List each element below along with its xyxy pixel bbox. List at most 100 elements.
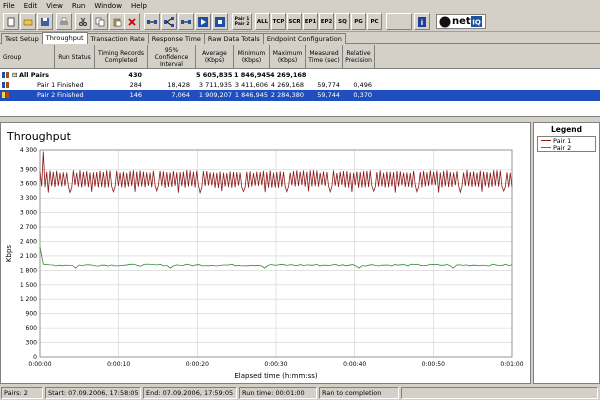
pair-toggle-button[interactable]: Pair 1 Pair 2 <box>232 13 252 30</box>
copy-button[interactable] <box>92 13 108 30</box>
add-multicast-button[interactable] <box>161 13 177 30</box>
protocol-scr[interactable]: SCR <box>287 13 302 30</box>
save-icon <box>41 17 49 26</box>
col-relative-precision[interactable]: Relative Precision <box>343 45 375 69</box>
status-pairs: Pairs: 2 <box>1 387 43 399</box>
scissors-icon <box>79 17 87 26</box>
delete-button[interactable] <box>124 13 140 30</box>
x-tick-label: 0:01:00 <box>500 361 523 368</box>
status-extra <box>401 387 598 399</box>
cell-minimum: 1 846,945 <box>234 71 271 79</box>
menu-view[interactable]: View <box>46 2 63 10</box>
cell-maximum: 2 284,380 <box>270 91 304 99</box>
x-tick-label: 0:00:10 <box>107 361 130 368</box>
multicast-icon <box>164 16 174 27</box>
col-maximum[interactable]: Maximum (Kbps) <box>270 45 306 69</box>
menu-window[interactable]: Window <box>94 2 122 10</box>
paste-button[interactable] <box>109 13 125 30</box>
menu-file[interactable]: File <box>3 2 15 10</box>
cell-group: All Pairs <box>19 71 50 79</box>
cell-group: Pair 1 <box>37 81 56 89</box>
toolbar: Pair 1 Pair 2 ALL TCP SCR EP1 EP2 SQ PG … <box>0 11 600 32</box>
x-tick-label: 0:00:40 <box>343 361 366 368</box>
col-timing-records[interactable]: Timing Records Completed <box>95 45 148 69</box>
y-tick-label: 3 600 <box>20 181 37 188</box>
x-tick-label: 0:00:20 <box>186 361 209 368</box>
view-tabs: Test Setup Throughput Transaction Rate R… <box>0 32 600 44</box>
cell-ci: 18,428 <box>167 81 190 89</box>
cell-group: Pair 2 <box>37 91 56 99</box>
new-button[interactable] <box>3 13 19 30</box>
tab-test-setup[interactable]: Test Setup <box>1 33 43 44</box>
selector-box[interactable] <box>386 13 412 30</box>
col-group[interactable]: Group <box>0 45 55 69</box>
info-icon: i <box>418 16 426 27</box>
x-tick-label: 0:00:50 <box>422 361 445 368</box>
col-confidence[interactable]: 95% Confidence Interval <box>148 45 196 69</box>
y-tick-label: 4 300 <box>20 147 37 154</box>
x-tick-label: 0:00:30 <box>264 361 287 368</box>
info-button[interactable]: i <box>414 13 430 30</box>
y-tick-label: 3 300 <box>20 195 37 202</box>
protocol-all[interactable]: ALL <box>255 13 270 30</box>
pair-icon <box>147 19 157 24</box>
y-tick-label: 900 <box>26 311 38 318</box>
col-run-status[interactable]: Run Status <box>55 45 95 69</box>
run-icon <box>198 16 208 27</box>
y-tick-label: 600 <box>26 325 38 332</box>
menu-run[interactable]: Run <box>72 2 85 10</box>
cell-time: 59,774 <box>317 81 340 89</box>
tab-response-time[interactable]: Response Time <box>147 33 205 44</box>
cell-precision: 0,370 <box>353 91 372 99</box>
save-button[interactable] <box>37 13 53 30</box>
legend-item-pair2[interactable]: Pair 2 <box>538 143 595 152</box>
tab-throughput[interactable]: Throughput <box>41 32 88 44</box>
edit-pair-button[interactable] <box>178 13 194 30</box>
netiq-logo-icon <box>439 16 451 27</box>
cut-button[interactable] <box>75 13 91 30</box>
clipboard-icon <box>113 18 122 26</box>
legend-list: Pair 1 Pair 2 <box>537 136 596 152</box>
legend-label: Pair 2 <box>553 143 572 152</box>
new-file-icon <box>7 17 15 26</box>
y-tick-label: 2 700 <box>20 224 37 231</box>
cell-status: Finished <box>57 81 84 89</box>
status-mode: Ran to completion <box>319 387 399 399</box>
add-pair-button[interactable] <box>144 13 160 30</box>
grid-header: Group Run Status Timing Records Complete… <box>0 45 600 69</box>
table-row-selected[interactable]: Pair 2 Finished 146 7,064 1 909,207 1 84… <box>0 90 600 101</box>
menu-help[interactable]: Help <box>131 2 147 10</box>
col-measured-time[interactable]: Measured Time (sec) <box>306 45 343 69</box>
y-tick-label: 1 800 <box>20 267 37 274</box>
cell-average: 1 909,207 <box>198 91 232 99</box>
y-tick-label: 300 <box>26 340 38 347</box>
y-tick-label: 0 <box>33 354 37 361</box>
tab-raw-data-totals[interactable]: Raw Data Totals <box>203 33 264 44</box>
stop-icon <box>215 16 225 27</box>
col-average[interactable]: Average (Kbps) <box>196 45 234 69</box>
protocol-sq[interactable]: SQ <box>335 13 350 30</box>
status-bar: Pairs: 2 Start: 07.09.2006, 17:58:05 End… <box>0 386 600 400</box>
protocol-pg[interactable]: PG <box>351 13 366 30</box>
chart-title: Throughput <box>6 130 72 143</box>
protocol-ep1[interactable]: EP1 <box>303 13 318 30</box>
y-tick-label: 3 000 <box>20 210 37 217</box>
menu-edit[interactable]: Edit <box>24 2 38 10</box>
stop-button[interactable] <box>212 13 228 30</box>
protocol-tcp[interactable]: TCP <box>271 13 286 30</box>
tab-transaction-rate[interactable]: Transaction Rate <box>86 33 149 44</box>
cell-maximum: 4 269,168 <box>270 71 307 79</box>
print-button[interactable] <box>56 13 72 30</box>
col-minimum[interactable]: Minimum (Kbps) <box>234 45 270 69</box>
protocol-ep2[interactable]: EP2 <box>319 13 334 30</box>
open-button[interactable] <box>20 13 36 30</box>
cell-average: 5 605,835 <box>196 71 233 79</box>
run-button[interactable] <box>195 13 211 30</box>
expand-toggle[interactable]: ⊟ <box>12 71 17 79</box>
protocol-pc[interactable]: PC <box>367 13 382 30</box>
y-tick-label: 2 100 <box>20 253 37 260</box>
throughput-chart: Throughput Kbps Elapsed time (h:mm:ss) 0… <box>5 130 524 380</box>
netiq-logo: net IQ <box>436 14 486 29</box>
tab-endpoint-configuration[interactable]: Endpoint Configuration <box>262 33 346 44</box>
netiq-logo-text: net <box>452 16 471 27</box>
